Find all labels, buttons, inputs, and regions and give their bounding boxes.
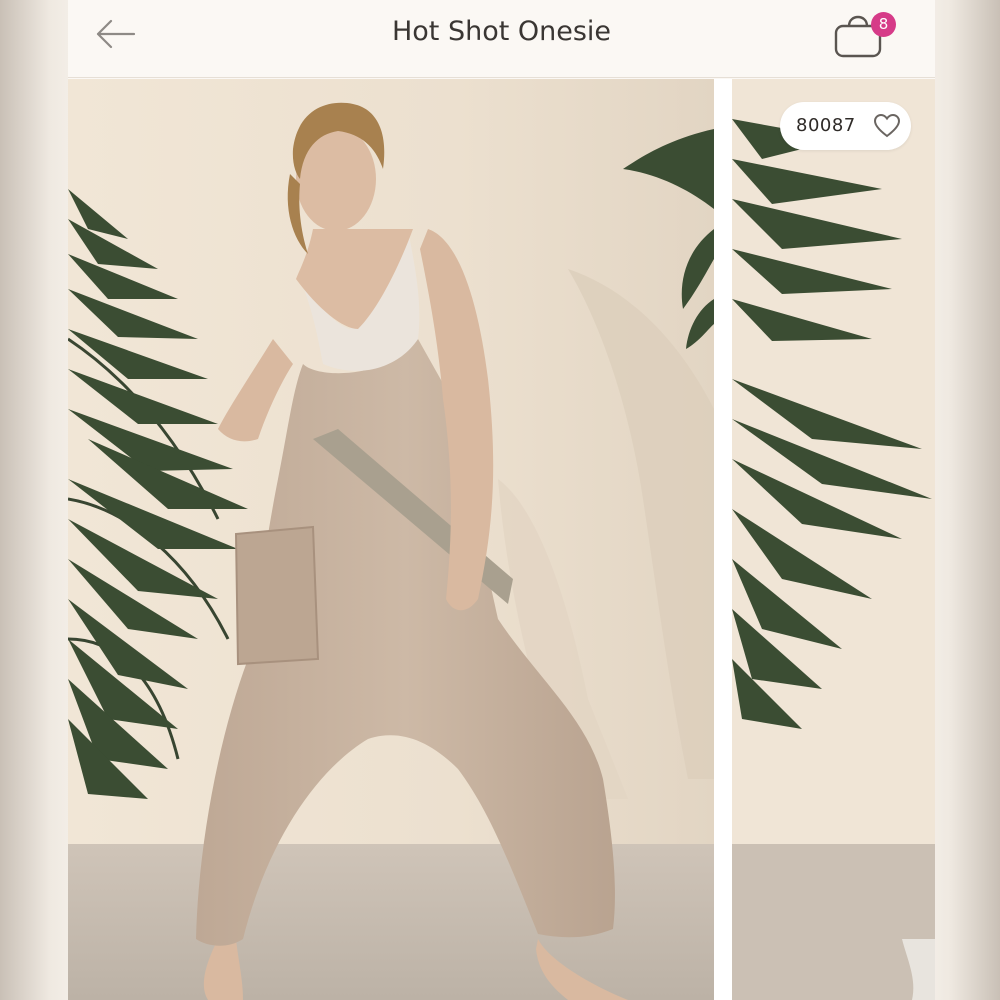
back-button[interactable] bbox=[94, 14, 138, 54]
top-bar: Hot Shot Onesie 8 bbox=[68, 0, 935, 78]
likes-button[interactable]: 80087 bbox=[780, 102, 911, 150]
heart-outline-icon bbox=[873, 113, 901, 138]
product-photo-next[interactable]: 80087 bbox=[732, 79, 935, 1000]
gallery-divider bbox=[714, 79, 732, 1000]
product-photo-main[interactable] bbox=[68, 79, 714, 1000]
arrow-left-icon bbox=[96, 19, 136, 49]
likes-count: 80087 bbox=[796, 115, 856, 136]
page-title: Hot Shot Onesie bbox=[391, 16, 612, 47]
palm-photo bbox=[732, 79, 935, 1000]
cart-count-badge: 8 bbox=[871, 12, 896, 37]
phone-screen: Hot Shot Onesie 8 80087 bbox=[68, 0, 935, 1000]
model-photo bbox=[68, 79, 714, 1000]
product-image-gallery[interactable]: 80087 bbox=[68, 79, 935, 1000]
